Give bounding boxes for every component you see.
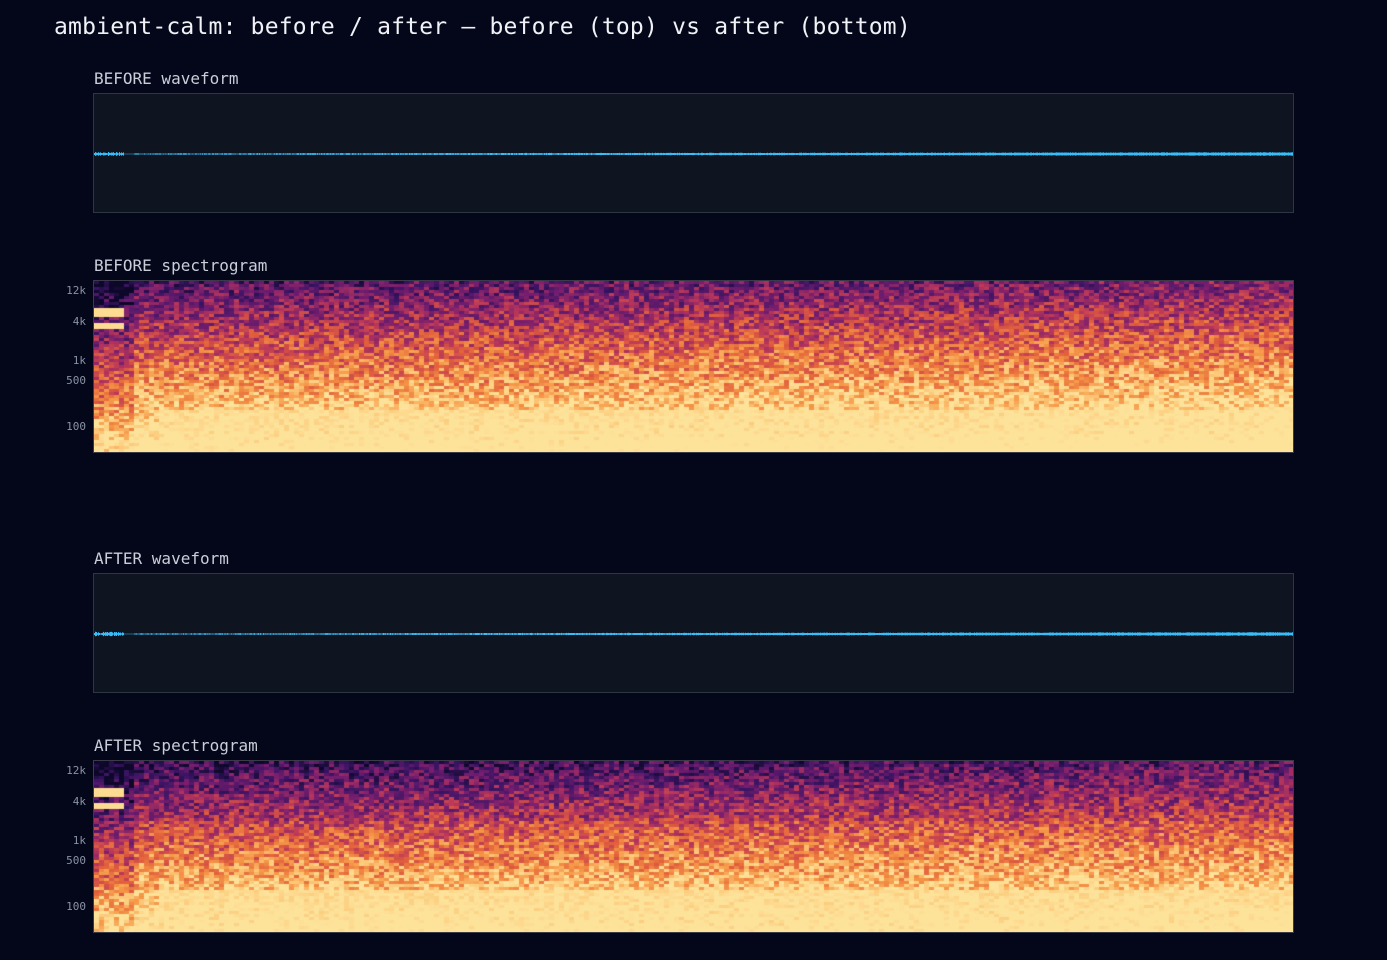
after-spectrogram-label: AFTER spectrogram: [94, 736, 258, 755]
freq-tick-1k: 1k: [72, 354, 86, 367]
freq-tick-1k: 1k: [72, 834, 86, 847]
freq-tick-4k: 4k: [72, 795, 86, 808]
before-spectrogram-image: [94, 281, 1293, 452]
before-spectrogram-label: BEFORE spectrogram: [94, 256, 268, 275]
after-spectrogram-image: [94, 761, 1293, 932]
before-spectrogram-panel: [93, 280, 1294, 453]
freq-tick-100: 100: [66, 900, 86, 913]
freq-tick-4k: 4k: [72, 315, 86, 328]
before-waveform-plot: [94, 151, 1293, 157]
before-waveform-label: BEFORE waveform: [94, 69, 239, 88]
after-waveform-plot: [94, 631, 1293, 637]
before-waveform-panel: [93, 93, 1294, 213]
page-title: ambient-calm: before / after — before (t…: [54, 14, 911, 40]
freq-tick-500: 500: [66, 854, 86, 867]
after-frequency-axis: 12k 4k 1k 500 100: [40, 760, 86, 932]
freq-tick-500: 500: [66, 374, 86, 387]
waveform-trace: [94, 151, 1293, 157]
after-spectrogram-panel: [93, 760, 1294, 933]
after-waveform-panel: [93, 573, 1294, 693]
after-waveform-label: AFTER waveform: [94, 549, 229, 568]
freq-tick-12k: 12k: [66, 284, 86, 297]
freq-tick-12k: 12k: [66, 764, 86, 777]
waveform-trace: [94, 631, 1293, 637]
freq-tick-100: 100: [66, 420, 86, 433]
before-frequency-axis: 12k 4k 1k 500 100: [40, 280, 86, 452]
